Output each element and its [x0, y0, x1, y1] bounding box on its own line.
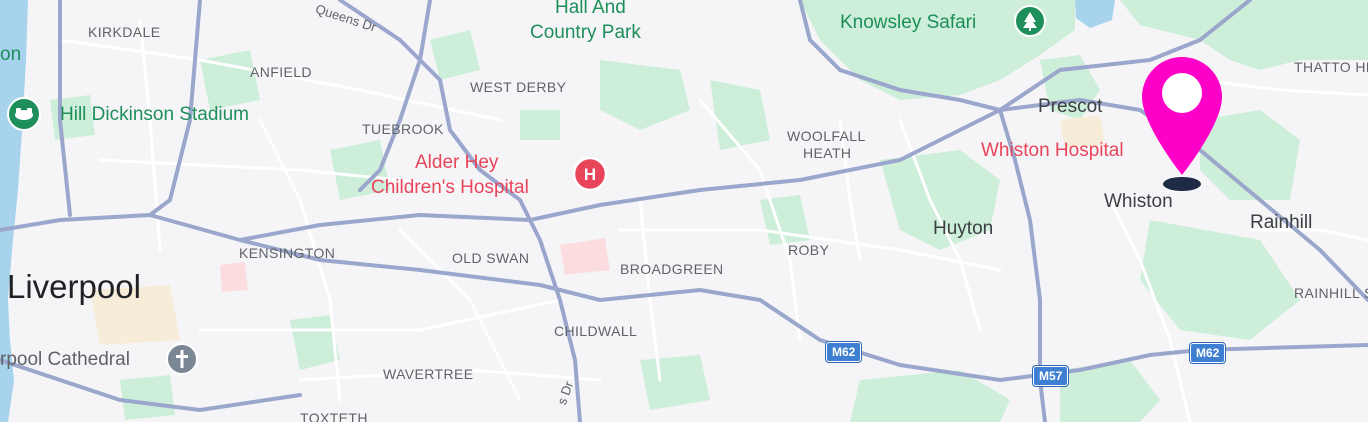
town-rainhill: Rainhill — [1250, 212, 1313, 233]
poi-knowsley-safari[interactable]: Knowsley Safari — [840, 13, 976, 32]
church-icon[interactable] — [166, 343, 198, 375]
motorway-shield-m57: M57 — [1033, 366, 1069, 386]
district-old-swan: OLD SWAN — [452, 250, 530, 266]
poi-hall-park-line2[interactable]: Country Park — [530, 23, 641, 42]
district-childwall: CHILDWALL — [554, 323, 638, 339]
district-anfield: ANFIELD — [250, 64, 312, 80]
district-rainhill-stoops: RAINHILL S — [1294, 285, 1368, 301]
stadium-icon[interactable] — [7, 97, 41, 131]
svg-text:H: H — [584, 165, 596, 184]
motorway-shield-m62: M62 — [826, 342, 862, 362]
district-heath: HEATH — [803, 145, 852, 161]
hospital-icon[interactable]: H — [572, 156, 608, 192]
poi-alder-hey-line1[interactable]: Alder Hey — [415, 153, 498, 172]
town-huyton: Huyton — [933, 218, 994, 239]
district-toxteth: TOXTETH — [300, 410, 368, 422]
poi-edge-label: on — [0, 44, 22, 65]
motorway-shield-m62-east: M62 — [1190, 343, 1226, 363]
poi-whiston-hospital[interactable]: Whiston Hospital — [981, 141, 1124, 160]
district-kirkdale: KIRKDALE — [88, 24, 161, 40]
district-tuebrook: TUEBROOK — [362, 121, 444, 137]
poi-hall-park-line1[interactable]: Hall And — [555, 0, 626, 17]
district-broadgreen: BROADGREEN — [620, 261, 724, 277]
district-woolfall: WOOLFALL — [787, 128, 866, 144]
location-pin-icon[interactable] — [1140, 55, 1224, 195]
district-wavertree: WAVERTREE — [383, 366, 474, 382]
district-thatto-heath: THATTO HE — [1294, 59, 1368, 75]
poi-alder-hey-line2[interactable]: Children's Hospital — [371, 178, 529, 197]
district-west-derby: WEST DERBY — [470, 79, 567, 95]
district-roby: ROBY — [788, 242, 830, 258]
poi-liverpool-cathedral[interactable]: rpool Cathedral — [0, 350, 130, 369]
map-view[interactable]: KIRKDALE ANFIELD WEST DERBY TUEBROOK WOO… — [0, 0, 1368, 422]
tree-icon[interactable] — [1014, 5, 1046, 37]
city-liverpool: Liverpool — [7, 268, 141, 305]
town-prescot: Prescot — [1038, 96, 1103, 117]
poi-hill-dickinson-stadium[interactable]: Hill Dickinson Stadium — [60, 105, 249, 124]
district-kensington: KENSINGTON — [239, 245, 336, 261]
